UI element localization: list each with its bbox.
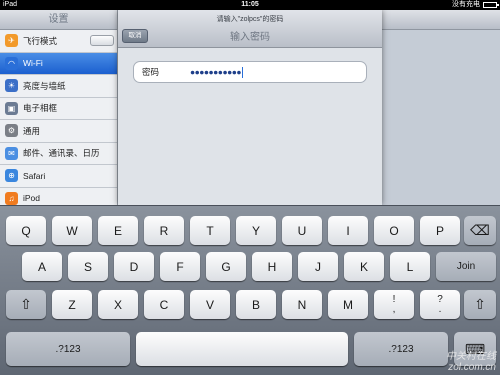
sidebar-item-brightness[interactable]: ☀ 亮度与墙纸 [0,75,117,98]
brightness-icon: ☀ [5,79,18,93]
key-k[interactable]: K [344,252,384,281]
status-bar: iPad 11:05 没有充电 [0,0,500,10]
key-v[interactable]: V [190,290,230,319]
backspace-icon: ⌫ [470,222,490,238]
sidebar-item-label: 通用 [23,125,41,136]
mail-icon: ✉ [5,146,18,160]
key-bottom-char: . [438,303,442,315]
dialog-header: 请输入"zolpcs"的密码 取消 输入密码 [118,10,382,48]
watermark: 中关村在线 zol.com.cn [446,351,496,373]
ipod-icon: ♫ [5,191,18,205]
sidebar-item-label: iPod [23,193,41,204]
password-field[interactable]: 密码 ●●●●●●●●●●● [133,61,367,83]
battery-label: 没有充电 [452,1,480,8]
sidebar-item-label: Safari [23,170,46,181]
key-exclaim-comma[interactable]: ! , [374,290,414,319]
key-m[interactable]: M [328,290,368,319]
sidebar-item-mail[interactable]: ✉ 邮件、通讯录、日历 [0,142,117,165]
watermark-line2: zol.com.cn [448,362,496,373]
key-top-char: ? [437,293,443,305]
watermark-line1: 中关村在线 [446,351,496,362]
sidebar-item-label: 亮度与墙纸 [23,80,66,91]
key-top-char: ! [392,293,396,305]
key-y[interactable]: Y [236,216,276,245]
shift-key[interactable]: ⇧ [6,290,46,319]
key-h[interactable]: H [252,252,292,281]
key-z[interactable]: Z [52,290,92,319]
dialog-prompt: 请输入"zolpcs"的密码 [216,16,284,23]
password-input[interactable]: ●●●●●●●●●●● [190,67,241,77]
wifi-icon: ◠ [5,56,18,70]
sidebar-item-label: Wi-Fi [23,58,43,69]
key-f[interactable]: F [160,252,200,281]
backspace-key[interactable]: ⌫ [464,216,496,245]
sidebar-item-picture-frame[interactable]: ▣ 电子相框 [0,97,117,120]
key-e[interactable]: E [98,216,138,245]
key-j[interactable]: J [298,252,338,281]
clock: 11:05 [241,1,259,8]
sidebar-item-airplane[interactable]: ✈ 飞行模式 [0,30,117,53]
sidebar-item-label: 邮件、通讯录、日历 [23,148,100,159]
key-q[interactable]: Q [6,216,46,245]
key-r[interactable]: R [144,216,184,245]
sidebar-item-label: 电子相框 [23,103,58,114]
join-button[interactable]: Join [436,252,496,281]
key-i[interactable]: I [328,216,368,245]
safari-icon: ⊕ [5,169,18,183]
key-x[interactable]: X [98,290,138,319]
space-bar[interactable] [136,332,348,366]
numbers-key-right[interactable]: .?123 [354,332,448,366]
onscreen-keyboard: Q W E R T Y U I O P ⌫ A S D F G H J K L … [0,205,500,375]
key-w[interactable]: W [52,216,92,245]
sidebar-title: 设置 [0,10,117,30]
text-caret [241,66,243,78]
numbers-key[interactable]: .?123 [6,332,130,366]
key-question-period[interactable]: ? . [420,290,460,319]
airplane-icon: ✈ [5,34,18,48]
key-b[interactable]: B [236,290,276,319]
key-o[interactable]: O [374,216,414,245]
key-g[interactable]: G [206,252,246,281]
shift-icon: ⇧ [474,296,486,312]
key-l[interactable]: L [390,252,430,281]
key-c[interactable]: C [144,290,184,319]
sidebar-item-safari[interactable]: ⊕ Safari [0,165,117,188]
key-p[interactable]: P [420,216,460,245]
key-bottom-char: , [392,303,396,315]
key-a[interactable]: A [22,252,62,281]
airplane-toggle[interactable] [90,35,114,47]
general-icon: ⚙ [5,124,18,138]
sidebar-item-label: 飞行模式 [23,35,58,46]
password-label: 密码 [142,67,160,77]
battery-icon [483,2,499,8]
shift-icon: ⇧ [20,296,32,312]
sidebar-item-general[interactable]: ⚙ 通用 [0,120,117,143]
key-t[interactable]: T [190,216,230,245]
sidebar-item-wifi[interactable]: ◠ Wi-Fi [0,52,117,75]
password-dialog: 请输入"zolpcs"的密码 取消 输入密码 密码 ●●●●●●●●●●● [118,10,382,205]
key-d[interactable]: D [114,252,154,281]
battery-status: 没有充电 [452,0,499,10]
shift-key-right[interactable]: ⇧ [464,290,496,319]
key-s[interactable]: S [68,252,108,281]
key-n[interactable]: N [282,290,322,319]
dialog-title: 输入密码 [230,32,270,43]
key-u[interactable]: U [282,216,322,245]
picture-frame-icon: ▣ [5,101,18,115]
settings-sidebar: 设置 ✈ 飞行模式 ◠ Wi-Fi ☀ 亮度与墙纸 ▣ 电子相框 ⚙ 通用 ✉ … [0,10,118,210]
